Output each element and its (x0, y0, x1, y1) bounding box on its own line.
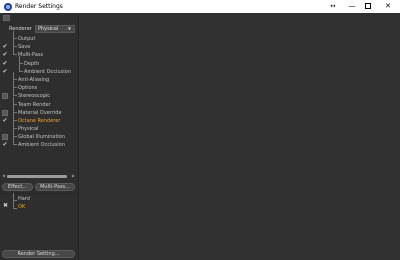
checkmark-icon[interactable]: ✔ (2, 44, 8, 50)
tree-item[interactable]: Team Render (0, 96, 79, 109)
tree-item-label: Octane Renderer (18, 117, 61, 124)
checkmark-icon[interactable]: ✔ (2, 60, 8, 67)
tree-item-label: Team Render (18, 101, 51, 108)
tree-connector (19, 55, 23, 64)
cross-icon[interactable]: ✖ (3, 203, 8, 209)
settings-content-area (80, 13, 400, 260)
tree-item[interactable]: ✔ Ambient Occlusion (0, 137, 79, 149)
tree-item-label: Anti-Aliasing (18, 76, 50, 83)
tree-connector (13, 129, 17, 138)
checkbox[interactable] (2, 134, 8, 141)
preset-item[interactable]: Hard (18, 196, 30, 202)
tree-connector (13, 88, 17, 97)
tree-item-label: Save (18, 44, 31, 51)
tree-item-label: Output (18, 36, 36, 42)
tree-item-label: Physical (18, 126, 39, 133)
multi-pass-button[interactable]: Multi-Pass... (35, 183, 75, 191)
checkmark-icon[interactable]: ✔ (2, 68, 8, 75)
settings-sidebar: Renderer Physical ▼ Output ✔ Save ✔ Multi-Pa… (0, 13, 79, 260)
preset-item[interactable]: OK (18, 204, 25, 210)
tree-connector (13, 80, 17, 89)
tree-item-label: Material Override (18, 109, 62, 116)
tree-item-label: Options (18, 85, 38, 92)
renderer-selected-value: Physical (38, 26, 59, 32)
tree-item[interactable]: ✔ Save (0, 39, 79, 51)
tree-connector (13, 137, 17, 146)
tree-item-label: Global Illumination (18, 134, 66, 141)
menu-icon[interactable] (3, 15, 10, 21)
tree-item[interactable]: ✔ Ambient Occlusion (0, 63, 79, 76)
tree-item[interactable]: Physical (0, 121, 79, 133)
tree-connector (13, 71, 17, 80)
tree-item[interactable]: ✔ Multi-Pass (0, 47, 79, 59)
chevron-down-icon: ▼ (67, 26, 71, 31)
maximize-icon (365, 3, 371, 9)
horizontal-scrollbar[interactable]: ◀ ▶ (2, 173, 75, 179)
tree-connector (13, 31, 17, 39)
tree-connector (19, 63, 23, 72)
effect-button[interactable]: Effect... (2, 183, 33, 191)
render-setting-button[interactable]: Render Setting... (2, 250, 75, 258)
tree-item-label: Ambient Occlusion (24, 68, 71, 75)
tree-item[interactable]: ✔ Octane Renderer (0, 112, 79, 125)
window-client: Renderer Physical ▼ Output ✔ Save ✔ Multi-Pa… (0, 13, 400, 260)
settings-tree: Output ✔ Save ✔ Multi-Pass ✔ Depth ✔ Ambient Occ… (0, 31, 79, 150)
scrollbar-thumb[interactable] (7, 175, 67, 178)
checkbox[interactable] (2, 109, 8, 116)
tree-connector (13, 104, 17, 113)
window-title: Render Settings (15, 3, 63, 10)
tree-item-label: Stereoscopic (18, 93, 51, 100)
tree-connector (13, 112, 17, 121)
checkmark-icon[interactable]: ✔ (2, 142, 8, 148)
tree-connector (13, 96, 17, 105)
checkmark-icon[interactable]: ✔ (2, 117, 8, 124)
tree-connector (13, 121, 17, 130)
tree-connector (13, 39, 17, 48)
tree-item[interactable]: Output (0, 31, 79, 43)
app-logo-icon (4, 2, 12, 11)
tree-item[interactable]: Global Illumination (0, 129, 79, 141)
tree-item-label: Depth (24, 60, 40, 67)
checkbox[interactable] (2, 93, 8, 100)
window-titlebar[interactable]: Render Settings ↔ — ✕ (0, 0, 400, 13)
tree-item[interactable]: ✔ Depth (0, 55, 79, 68)
divider (0, 193, 79, 194)
resize-arrows-icon[interactable]: ↔ (326, 0, 340, 13)
tree-item[interactable]: Anti-Aliasing (0, 71, 79, 84)
renderer-dropdown[interactable]: Physical ▼ (35, 25, 75, 33)
close-button[interactable]: ✕ (376, 0, 400, 13)
tree-item[interactable]: Material Override (0, 104, 79, 117)
scroll-left-icon[interactable]: ◀ (2, 173, 5, 179)
scroll-right-icon[interactable]: ▶ (72, 173, 75, 179)
tree-item-label: Ambient Occlusion (18, 142, 65, 149)
tree-item[interactable]: Options (0, 80, 79, 92)
tree-item[interactable]: Stereoscopic (0, 88, 79, 100)
checkmark-icon[interactable]: ✔ (2, 52, 8, 58)
tree-connector (13, 47, 17, 56)
tree-connector (13, 200, 17, 209)
